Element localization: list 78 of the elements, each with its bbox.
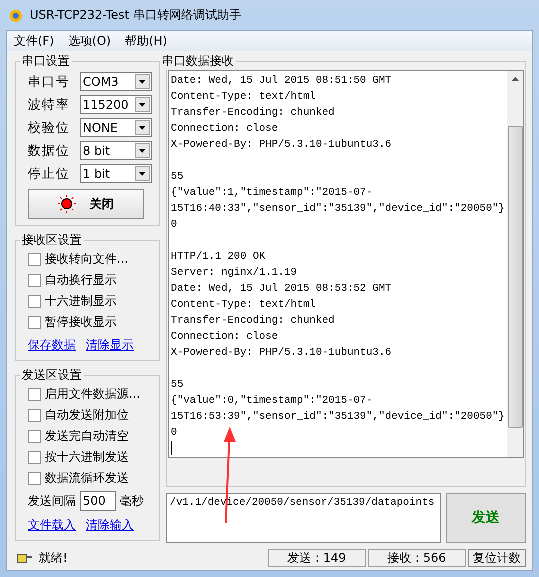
checkbox-label: 暂停接收显示 [45, 314, 117, 331]
checkbox[interactable] [28, 274, 41, 287]
link[interactable]: 清除显示 [86, 337, 134, 354]
send-button[interactable]: 发送 [446, 493, 526, 543]
checkbox[interactable] [28, 388, 41, 401]
log-line: HTTP/1.1 200 OK [171, 250, 267, 265]
group-title: 接收区设置 [21, 232, 83, 249]
log-line: Content-Type: text/html [171, 298, 317, 313]
log-line: 55 [171, 378, 185, 393]
dropdown-caret-icon[interactable] [135, 166, 150, 181]
reset-counter-button[interactable]: 复位计数 [468, 549, 526, 567]
field-label: 波特率 [28, 96, 71, 114]
group-title: 串口设置 [21, 53, 71, 70]
field-label: 数据位 [28, 142, 71, 160]
log-line: {"value":1,"timestamp":"2015-07- [171, 186, 374, 201]
checkbox[interactable] [28, 316, 41, 329]
log-line: {"value":0,"timestamp":"2015-07- [171, 394, 374, 409]
log-line: Content-Type: text/html [171, 90, 317, 105]
dropdown[interactable]: 115200 [80, 95, 152, 114]
window-title: USR-TCP232-Test 串口转网络调试助手 [30, 6, 242, 24]
interval-field[interactable]: 500 [80, 491, 116, 511]
sent-counter: 发送 : 149 [268, 549, 366, 567]
group-title: 串口数据接收 [161, 53, 236, 70]
field-label: 校验位 [28, 120, 71, 136]
log-line: Connection: close [171, 330, 280, 345]
log-line: Server: nginx/1.1.19 [171, 266, 298, 281]
close-port-button[interactable]: 关闭 [28, 189, 144, 219]
status-text: 就绪! [39, 550, 69, 566]
log-line: 15T16:53:39","sensor_id":"35139","device_id":"20050"} [171, 410, 505, 425]
log-line: X-Powered-By: PHP/5.3.10-1ubuntu3.6 [171, 346, 393, 361]
field-label: 串口号 [28, 74, 71, 90]
dropdown-caret-icon[interactable] [135, 97, 150, 112]
checkbox[interactable] [28, 430, 41, 443]
app-logo-icon [8, 7, 24, 23]
log-line: Date: Wed, 15 Jul 2015 08:53:52 GMT [171, 282, 393, 297]
checkbox-label: 自动发送附加位 [45, 407, 129, 424]
log-line: 0 [171, 426, 178, 441]
checkbox[interactable] [28, 451, 41, 464]
dropdown[interactable]: COM3 [80, 72, 152, 91]
interval-label: 发送间隔 [28, 492, 76, 510]
unit-label: 毫秒 [120, 492, 144, 510]
checkbox-label: 按十六进制发送 [45, 449, 129, 466]
link[interactable]: 保存数据 [28, 337, 76, 354]
log-line: Connection: close [171, 122, 280, 137]
log-line: Transfer-Encoding: chunked [171, 314, 336, 329]
checkbox-label: 数据流循环发送 [45, 470, 129, 487]
dropdown-caret-icon[interactable] [135, 74, 150, 89]
field-label: 停止位 [28, 166, 71, 182]
checkbox[interactable] [28, 472, 41, 485]
checkbox-label: 自动换行显示 [45, 272, 117, 289]
checkbox[interactable] [28, 253, 41, 266]
checkbox[interactable] [28, 409, 41, 422]
scroll-up-arrow-icon[interactable] [512, 77, 518, 81]
menu-item[interactable]: 帮助(H) [120, 32, 172, 50]
menu-item[interactable]: 选项(O) [63, 32, 116, 50]
dropdown[interactable]: 8 bit [80, 141, 152, 160]
log-line: 0 [171, 218, 178, 233]
log-line: 55 [171, 170, 185, 185]
log-line: Transfer-Encoding: chunked [171, 106, 336, 121]
log-line: Date: Wed, 15 Jul 2015 08:51:50 GMT [171, 74, 393, 89]
dropdown-caret-icon[interactable] [135, 120, 150, 135]
log-line: 15T16:40:33","sensor_id":"35139","device_id":"20050"} [171, 202, 505, 217]
text-cursor [171, 441, 172, 455]
checkbox-label: 发送完自动清空 [45, 428, 129, 445]
checkbox-label: 十六进制显示 [45, 293, 117, 310]
dropdown-caret-icon[interactable] [135, 143, 150, 158]
dropdown[interactable]: NONE [80, 118, 152, 137]
log-line: X-Powered-By: PHP/5.3.10-1ubuntu3.6 [171, 138, 393, 153]
received-counter: 接收 : 566 [368, 549, 466, 567]
group-title: 发送区设置 [21, 367, 83, 384]
link[interactable]: 文件载入 [28, 517, 76, 534]
checkbox-label: 接收转向文件... [45, 251, 128, 268]
checkbox[interactable] [28, 295, 41, 308]
scrollbar[interactable] [507, 71, 523, 457]
dropdown[interactable]: 1 bit [80, 164, 152, 183]
menu-item[interactable]: 文件(F) [9, 32, 60, 50]
link[interactable]: 清除输入 [86, 517, 134, 534]
checkbox-label: 启用文件数据源... [45, 386, 140, 403]
